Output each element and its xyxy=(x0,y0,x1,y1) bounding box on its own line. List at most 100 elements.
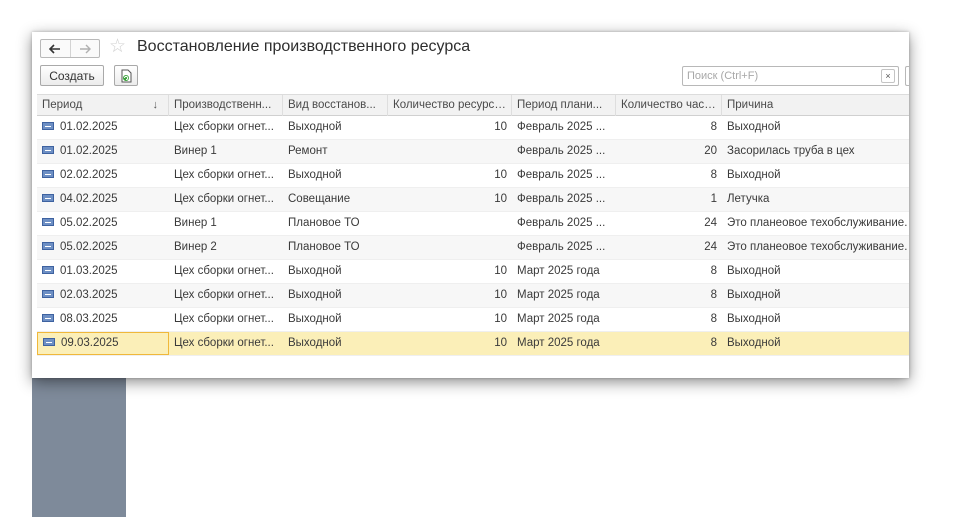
table-row[interactable]: 05.02.2025 Винер 2 Плановое ТО Февраль 2025… xyxy=(37,236,909,260)
cell-plan-period: Март 2025 года xyxy=(517,313,600,325)
document-icon xyxy=(42,241,54,250)
table-row[interactable]: 01.02.2025 Винер 1 Ремонт Февраль 2025 ... 2… xyxy=(37,140,909,164)
cell-reason: Летучка xyxy=(727,193,770,205)
cell-period: 08.03.2025 xyxy=(37,308,169,331)
column-header-resource[interactable]: Производственн... xyxy=(169,95,283,116)
toolbar: Создать × xyxy=(32,64,909,88)
document-icon xyxy=(42,121,54,130)
cell-period-value: 02.03.2025 xyxy=(60,289,118,301)
column-header-reason[interactable]: Причина xyxy=(722,95,909,116)
document-icon xyxy=(42,217,54,226)
cell-hours: 8 xyxy=(710,121,717,133)
create-button[interactable]: Создать xyxy=(40,65,104,86)
cell-resource: Винер 1 xyxy=(174,217,217,229)
cell-resource: Винер 2 xyxy=(174,241,217,253)
navigation-buttons xyxy=(40,39,100,58)
cell-period-value: 01.02.2025 xyxy=(60,121,118,133)
cell-plan-period: Февраль 2025 ... xyxy=(517,169,606,181)
cell-resource: Цех сборки огнет... xyxy=(174,289,274,301)
cell-reason: Выходной xyxy=(727,169,781,181)
cell-period-value: 05.02.2025 xyxy=(60,241,118,253)
table-row[interactable]: 01.03.2025 Цех сборки огнет... Выходной 10 М… xyxy=(37,260,909,284)
cell-kind: Выходной xyxy=(288,337,342,349)
forward-button[interactable] xyxy=(69,40,99,57)
back-button[interactable] xyxy=(41,40,70,57)
cell-plan-period: Февраль 2025 ... xyxy=(517,193,606,205)
cell-kind: Выходной xyxy=(288,289,342,301)
cell-period: 01.02.2025 xyxy=(37,116,169,139)
column-header-plan-period[interactable]: Период плани... xyxy=(512,95,616,116)
document-refresh-icon xyxy=(121,69,132,82)
cell-hours: 24 xyxy=(704,241,717,253)
page-title: Восстановление производственного ресурса xyxy=(137,38,471,55)
form-window: ☆ Восстановление производственного ресур… xyxy=(32,32,909,378)
table-row[interactable]: 05.02.2025 Винер 1 Плановое ТО Февраль 2025… xyxy=(37,212,909,236)
cell-resource-count: 10 xyxy=(494,265,507,277)
background-panel xyxy=(32,378,126,517)
cell-resource-count xyxy=(388,140,512,163)
cell-hours: 8 xyxy=(710,289,717,301)
cell-plan-period: Февраль 2025 ... xyxy=(517,121,606,133)
cell-kind: Плановое ТО xyxy=(288,217,360,229)
cell-kind: Совещание xyxy=(288,193,351,205)
column-header-resource-count[interactable]: Количество ресурсов xyxy=(388,95,512,116)
cell-reason: Выходной xyxy=(727,313,781,325)
cell-period-value: 01.02.2025 xyxy=(60,145,118,157)
cell-resource-count: 10 xyxy=(494,289,507,301)
document-icon xyxy=(43,337,55,346)
cell-kind: Выходной xyxy=(288,121,342,133)
table-row[interactable]: 02.02.2025 Цех сборки огнет... Выходной 10 Ф… xyxy=(37,164,909,188)
arrow-left-icon xyxy=(49,43,61,54)
search-field[interactable]: × xyxy=(682,66,899,86)
cell-resource: Цех сборки огнет... xyxy=(174,169,274,181)
cell-hours: 8 xyxy=(710,169,717,181)
cell-reason: Выходной xyxy=(727,289,781,301)
cell-reason: Выходной xyxy=(727,337,781,349)
cell-period-value: 01.03.2025 xyxy=(60,265,118,277)
document-icon xyxy=(42,193,54,202)
clear-search-button[interactable]: × xyxy=(881,69,895,83)
document-icon xyxy=(42,169,54,178)
cell-resource: Цех сборки огнет... xyxy=(174,265,274,277)
cell-hours: 8 xyxy=(710,313,717,325)
document-icon xyxy=(42,145,54,154)
cell-plan-period: Март 2025 года xyxy=(517,289,600,301)
table-row[interactable]: 01.02.2025 Цех сборки огнет... Выходной 10 Ф… xyxy=(37,116,909,140)
column-header-hours[interactable]: Количество часов xyxy=(616,95,722,116)
cell-reason: Засорилась труба в цех xyxy=(727,145,855,157)
cell-hours: 8 xyxy=(710,265,717,277)
column-header-period[interactable]: Период ↓ xyxy=(37,95,169,116)
search-input[interactable] xyxy=(683,67,873,85)
table-row[interactable]: 09.03.2025 Цех сборки огнет... Выходной 10 М… xyxy=(37,332,909,356)
document-icon xyxy=(42,289,54,298)
arrow-right-icon xyxy=(79,44,91,53)
cell-resource-count: 10 xyxy=(494,313,507,325)
search-options-button[interactable] xyxy=(905,66,909,86)
document-icon xyxy=(42,265,54,274)
cell-resource-count xyxy=(388,236,512,259)
cell-period: 01.03.2025 xyxy=(37,260,169,283)
cell-resource-count: 10 xyxy=(494,337,507,349)
favorite-star-icon[interactable]: ☆ xyxy=(109,36,126,58)
copy-document-button[interactable] xyxy=(114,65,138,86)
cell-hours: 8 xyxy=(710,337,717,349)
cell-kind: Выходной xyxy=(288,169,342,181)
data-table: Период ↓ Производственн... Вид восстанов… xyxy=(37,94,909,356)
cell-resource: Цех сборки огнет... xyxy=(174,313,274,325)
cell-resource-count: 10 xyxy=(494,193,507,205)
cell-period-value: 04.02.2025 xyxy=(60,193,118,205)
cell-plan-period: Февраль 2025 ... xyxy=(517,217,606,229)
cell-plan-period: Март 2025 года xyxy=(517,265,600,277)
cell-reason: Выходной xyxy=(727,121,781,133)
table-row[interactable]: 08.03.2025 Цех сборки огнет... Выходной 10 М… xyxy=(37,308,909,332)
cell-period-value: 08.03.2025 xyxy=(60,313,118,325)
table-row[interactable]: 04.02.2025 Цех сборки огнет... Совещание 10… xyxy=(37,188,909,212)
cell-reason: Это планеовое техобслуживание. xyxy=(727,217,908,229)
cell-kind: Выходной xyxy=(288,313,342,325)
column-header-kind[interactable]: Вид восстанов... xyxy=(283,95,388,116)
cell-period: 02.02.2025 xyxy=(37,164,169,187)
cell-period: 05.02.2025 xyxy=(37,236,169,259)
table-header: Период ↓ Производственн... Вид восстанов… xyxy=(37,94,909,116)
table-row[interactable]: 02.03.2025 Цех сборки огнет... Выходной 10 М… xyxy=(37,284,909,308)
cell-resource: Цех сборки огнет... xyxy=(174,337,274,349)
